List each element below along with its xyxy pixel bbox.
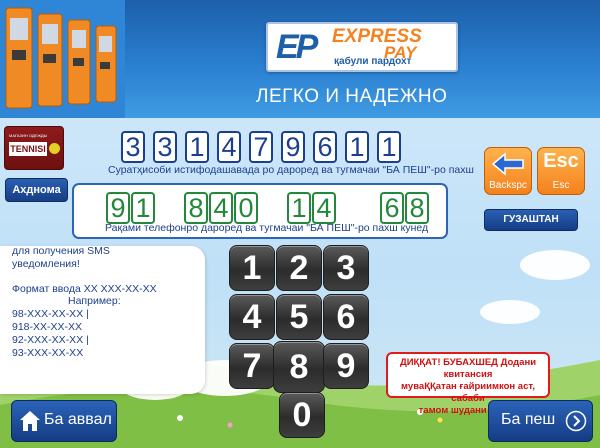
backspace-button[interactable]: Backspc (484, 147, 532, 195)
esc-button[interactable]: Esc Esc (537, 147, 585, 195)
tennis-ball-icon (49, 143, 60, 154)
home-label: Ба аввал (44, 411, 112, 428)
key-5[interactable]: 5 (276, 294, 322, 340)
backspace-label: Backspc (489, 180, 527, 191)
account-digit: 1 (377, 131, 401, 163)
info-line: 93-XXX-XX-XX (12, 347, 84, 359)
key-6[interactable]: 6 (323, 294, 369, 340)
info-line: 918-XX-XX-XX (12, 321, 83, 333)
cloud-decoration (480, 300, 540, 324)
info-line: Формат ввода XX XXX-XX-XX (12, 283, 157, 295)
key-4[interactable]: 4 (229, 294, 275, 340)
phone-digit: 9 (106, 192, 130, 224)
key-1[interactable]: 1 (229, 245, 275, 291)
account-digit: 9 (281, 131, 305, 163)
account-digit: 7 (249, 131, 273, 163)
expresspay-logo: EP EXPRESS PAY қабули пардохт (266, 22, 458, 72)
home-icon (20, 411, 40, 431)
key-8[interactable]: 8 (273, 341, 325, 393)
info-line: для получения SMS (12, 246, 110, 257)
provider-logo: МАГАЗИН ОДЕЖДЫ TENNISI (4, 126, 64, 170)
esc-label: Esc (552, 180, 570, 191)
info-line: уведомления! (12, 258, 80, 270)
account-digit: 3 (121, 131, 145, 163)
slogan: ЛЕГКО И НАДЕЖНО (256, 86, 448, 107)
phone-hint: Рақами телефонро дароред ва тугмачаи "БА… (105, 222, 429, 234)
key-3[interactable]: 3 (323, 245, 369, 291)
next-label: Ба пеш (501, 411, 556, 428)
kiosk-screen: EP EXPRESS PAY қабули пардохт ЛЕГКО И НА… (0, 0, 600, 448)
info-line: Например: (68, 295, 121, 307)
phone-digit: 0 (234, 192, 258, 224)
home-button[interactable]: Ба аввал (11, 400, 117, 442)
info-line: 98-XXX-XX-XX | (12, 308, 89, 320)
kiosk-terminals-image (0, 0, 125, 118)
contract-button[interactable]: Ахднома (5, 178, 68, 202)
key-7[interactable]: 7 (229, 343, 275, 389)
next-button[interactable]: Ба пеш (488, 400, 593, 442)
cloud-decoration (520, 250, 590, 280)
account-digit: 4 (217, 131, 241, 163)
account-hint: Суратҳисоби истифодашавада ро дароред ва… (108, 164, 474, 176)
info-line: 92-XXX-XX-XX | (12, 334, 89, 346)
skip-button[interactable]: ГУЗАШТАН (484, 209, 578, 231)
chevron-right-icon (565, 410, 587, 432)
phone-digit: 4 (209, 192, 233, 224)
logo-tagline: қабули пардохт (334, 56, 412, 67)
account-digit: 1 (345, 131, 369, 163)
account-digit: 6 (313, 131, 337, 163)
key-0[interactable]: 0 (279, 392, 325, 438)
key-9[interactable]: 9 (323, 343, 369, 389)
header-banner: EP EXPRESS PAY қабули пардохт ЛЕГКО И НА… (0, 0, 600, 118)
esc-big-label: Esc (543, 150, 579, 172)
phone-digit: 4 (312, 192, 336, 224)
provider-logo-name: TENNISI (9, 142, 47, 156)
arrow-left-icon (491, 152, 524, 176)
phone-digit: 8 (184, 192, 208, 224)
provider-logo-caption: МАГАЗИН ОДЕЖДЫ (9, 133, 48, 138)
phone-digit: 1 (287, 192, 311, 224)
key-2[interactable]: 2 (276, 245, 322, 291)
account-digit: 3 (153, 131, 177, 163)
phone-digit: 1 (131, 192, 155, 224)
paper-warning-notice: ДИҚҚАТ! БУБАХШЕД Додани квитансия муваҚҚ… (386, 352, 550, 416)
logo-mark: EP (276, 28, 318, 66)
warning-line: ДИҚҚАТ! БУБАХШЕД Додани квитансия (399, 357, 537, 380)
phone-digit: 6 (380, 192, 404, 224)
account-digit: 1 (185, 131, 209, 163)
sms-info-panel: для получения SMS уведомления! Формат вв… (0, 246, 205, 394)
phone-digit: 8 (405, 192, 429, 224)
